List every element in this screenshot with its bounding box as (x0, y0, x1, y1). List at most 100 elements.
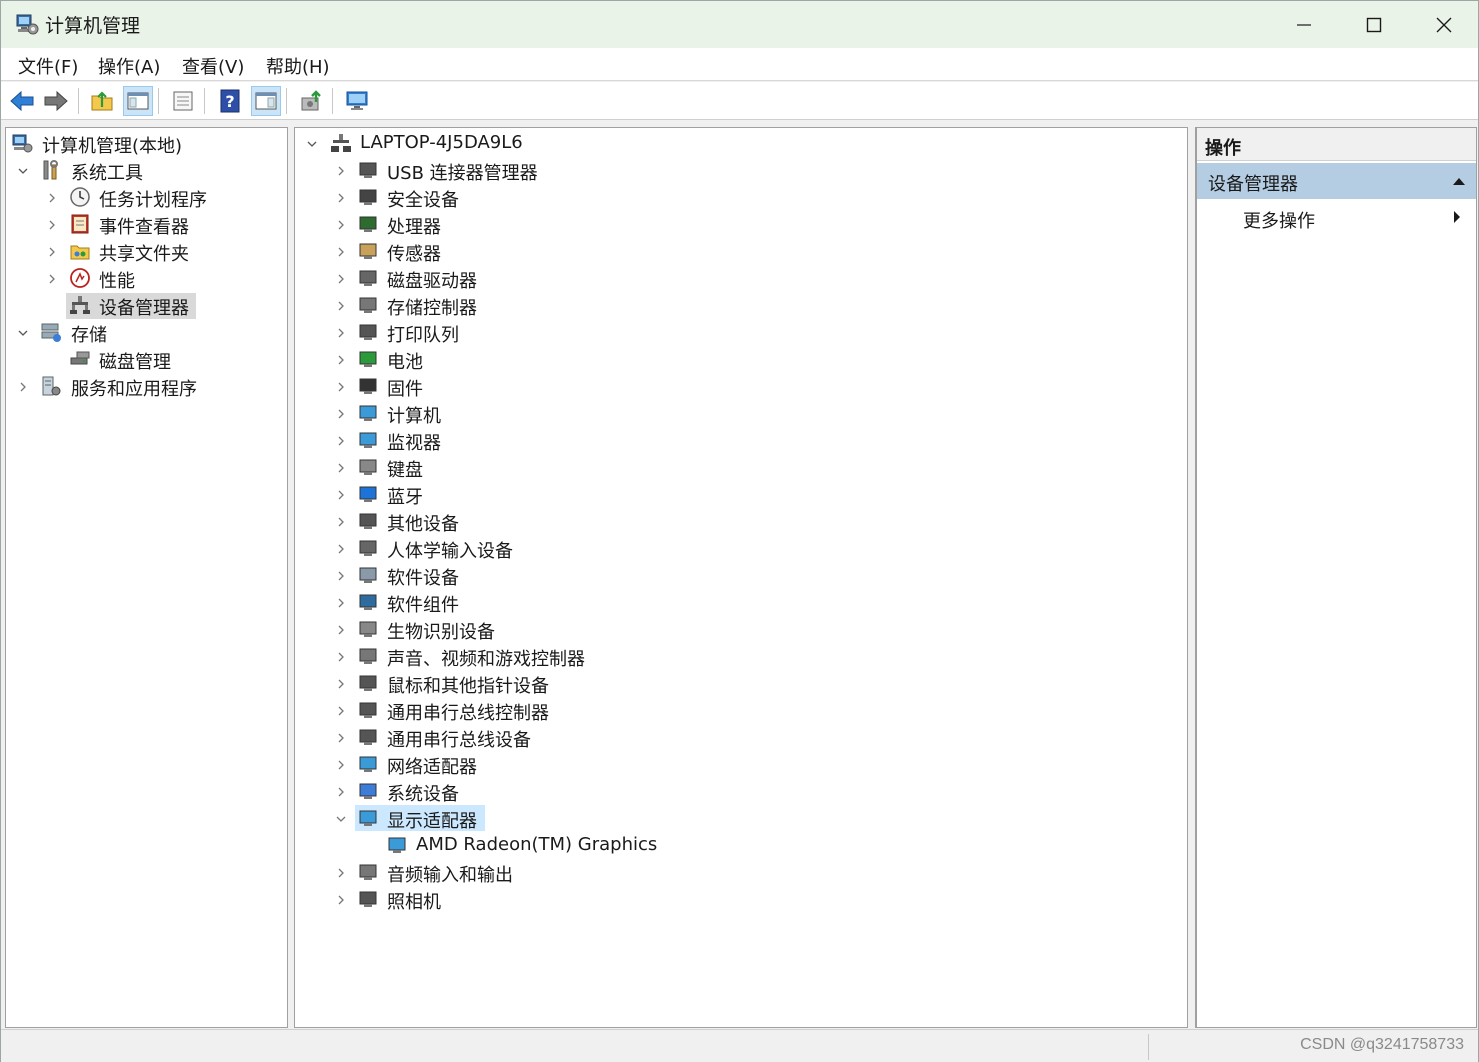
tree-item-task-scheduler[interactable]: 任务计划程序 (6, 184, 287, 211)
chevron-right-icon[interactable] (335, 786, 347, 798)
chevron-right-icon[interactable] (335, 867, 347, 879)
tree-item-services-apps[interactable]: 服务和应用程序 (6, 373, 287, 400)
tree-item-system-tools[interactable]: 系统工具 (6, 157, 287, 184)
device-category-row[interactable]: USB 连接器管理器 (295, 157, 1187, 184)
tree-item-device-manager[interactable]: 设备管理器 (6, 292, 287, 319)
device-row-amd-graphics[interactable]: AMD Radeon(TM) Graphics (295, 832, 1187, 859)
chevron-right-icon[interactable] (335, 624, 347, 636)
chevron-right-icon[interactable] (335, 354, 347, 366)
chevron-down-icon[interactable] (17, 165, 29, 177)
chevron-right-icon[interactable] (335, 435, 347, 447)
chevron-right-icon[interactable] (335, 219, 347, 231)
close-button[interactable] (1409, 1, 1479, 48)
device-category-row[interactable]: 音频输入和输出 (295, 859, 1187, 886)
minimize-button[interactable] (1269, 1, 1339, 48)
device-category-row[interactable]: 监视器 (295, 427, 1187, 454)
chevron-right-icon[interactable] (46, 246, 58, 258)
chevron-right-icon[interactable] (17, 381, 29, 393)
device-category-row[interactable]: 软件组件 (295, 589, 1187, 616)
device-category-row[interactable]: 其他设备 (295, 508, 1187, 535)
device-category-row[interactable]: 照相机 (295, 886, 1187, 913)
software-component-icon (359, 594, 377, 610)
up-folder-button[interactable] (87, 86, 117, 116)
menu-action[interactable]: 操作(A) (98, 53, 160, 79)
menu-view[interactable]: 查看(V) (182, 53, 244, 79)
device-category-row[interactable]: 生物识别设备 (295, 616, 1187, 643)
tree-item-event-viewer[interactable]: 事件查看器 (6, 211, 287, 238)
chevron-right-icon[interactable] (335, 597, 347, 609)
device-category-row[interactable]: 声音、视频和游戏控制器 (295, 643, 1187, 670)
device-category-row[interactable]: 存储控制器 (295, 292, 1187, 319)
chevron-right-icon[interactable] (335, 894, 347, 906)
scan-hardware-button[interactable] (343, 86, 373, 116)
menu-file[interactable]: 文件(F) (18, 53, 78, 79)
device-category-row[interactable]: 网络适配器 (295, 751, 1187, 778)
tree-item-computer-root[interactable]: LAPTOP-4J5DA9L6 (295, 130, 1187, 157)
chevron-down-icon[interactable] (306, 138, 318, 150)
device-category-row[interactable]: 磁盘驱动器 (295, 265, 1187, 292)
chevron-right-icon[interactable] (46, 192, 58, 204)
device-category-row[interactable]: 计算机 (295, 400, 1187, 427)
device-category-row[interactable]: 人体学输入设备 (295, 535, 1187, 562)
storage-icon (41, 323, 61, 342)
more-actions[interactable]: 更多操作 (1243, 207, 1315, 233)
tree-item-performance[interactable]: 性能 (6, 265, 287, 292)
device-category-row[interactable]: 键盘 (295, 454, 1187, 481)
tree-item-storage[interactable]: 存储 (6, 319, 287, 346)
chevron-right-icon[interactable] (335, 165, 347, 177)
device-category-row[interactable]: 打印队列 (295, 319, 1187, 346)
help-button[interactable]: ? (215, 86, 245, 116)
device-category-row[interactable]: 显示适配器 (295, 805, 1187, 832)
device-category-row[interactable]: 系统设备 (295, 778, 1187, 805)
device-category-row[interactable]: 通用串行总线设备 (295, 724, 1187, 751)
chevron-right-icon[interactable] (335, 462, 347, 474)
chevron-right-icon[interactable] (335, 570, 347, 582)
chevron-right-icon[interactable] (335, 381, 347, 393)
maximize-button[interactable] (1339, 1, 1409, 48)
chevron-right-icon[interactable] (335, 192, 347, 204)
chevron-right-icon[interactable] (335, 759, 347, 771)
chevron-right-icon[interactable] (335, 327, 347, 339)
actions-section-device-manager[interactable]: 设备管理器 (1197, 163, 1476, 199)
watermark-text: CSDN @q3241758733 (1300, 1036, 1464, 1053)
chevron-right-icon[interactable] (46, 273, 58, 285)
tree-item-shared-folders[interactable]: 共享文件夹 (6, 238, 287, 265)
chevron-right-icon[interactable] (335, 543, 347, 555)
properties-button[interactable] (168, 86, 198, 116)
chevron-right-icon[interactable] (46, 219, 58, 231)
sensor-icon (359, 243, 377, 259)
chevron-down-icon[interactable] (335, 813, 347, 825)
device-category-row[interactable]: 固件 (295, 373, 1187, 400)
forward-icon (44, 90, 68, 112)
chevron-right-icon[interactable] (335, 408, 347, 420)
back-button[interactable] (7, 86, 37, 116)
device-category-row[interactable]: 蓝牙 (295, 481, 1187, 508)
forward-button[interactable] (41, 86, 71, 116)
tree-item-disk-management[interactable]: 磁盘管理 (6, 346, 287, 373)
show-action-pane-button[interactable] (251, 86, 281, 116)
chevron-right-icon[interactable] (335, 678, 347, 690)
pane-splitter[interactable] (1188, 127, 1196, 1028)
chevron-right-icon[interactable] (335, 246, 347, 258)
chevron-right-icon[interactable] (335, 705, 347, 717)
chevron-right-icon[interactable] (335, 516, 347, 528)
show-hide-console-tree-button[interactable] (123, 86, 153, 116)
device-category-row[interactable]: 软件设备 (295, 562, 1187, 589)
device-manager-icon (70, 296, 90, 314)
chevron-right-icon[interactable] (335, 300, 347, 312)
device-category-row[interactable]: 传感器 (295, 238, 1187, 265)
tree-item-computer-management-local[interactable]: 计算机管理(本地) (6, 130, 287, 157)
chevron-down-icon[interactable] (17, 327, 29, 339)
device-category-row[interactable]: 鼠标和其他指针设备 (295, 670, 1187, 697)
collapse-up-icon[interactable] (1452, 176, 1466, 186)
menu-help[interactable]: 帮助(H) (266, 53, 330, 79)
chevron-right-icon[interactable] (335, 489, 347, 501)
update-driver-button[interactable] (296, 86, 326, 116)
device-category-row[interactable]: 安全设备 (295, 184, 1187, 211)
device-category-row[interactable]: 处理器 (295, 211, 1187, 238)
chevron-right-icon[interactable] (335, 273, 347, 285)
chevron-right-icon[interactable] (335, 651, 347, 663)
chevron-right-icon[interactable] (335, 732, 347, 744)
device-category-row[interactable]: 通用串行总线控制器 (295, 697, 1187, 724)
device-category-row[interactable]: 电池 (295, 346, 1187, 373)
